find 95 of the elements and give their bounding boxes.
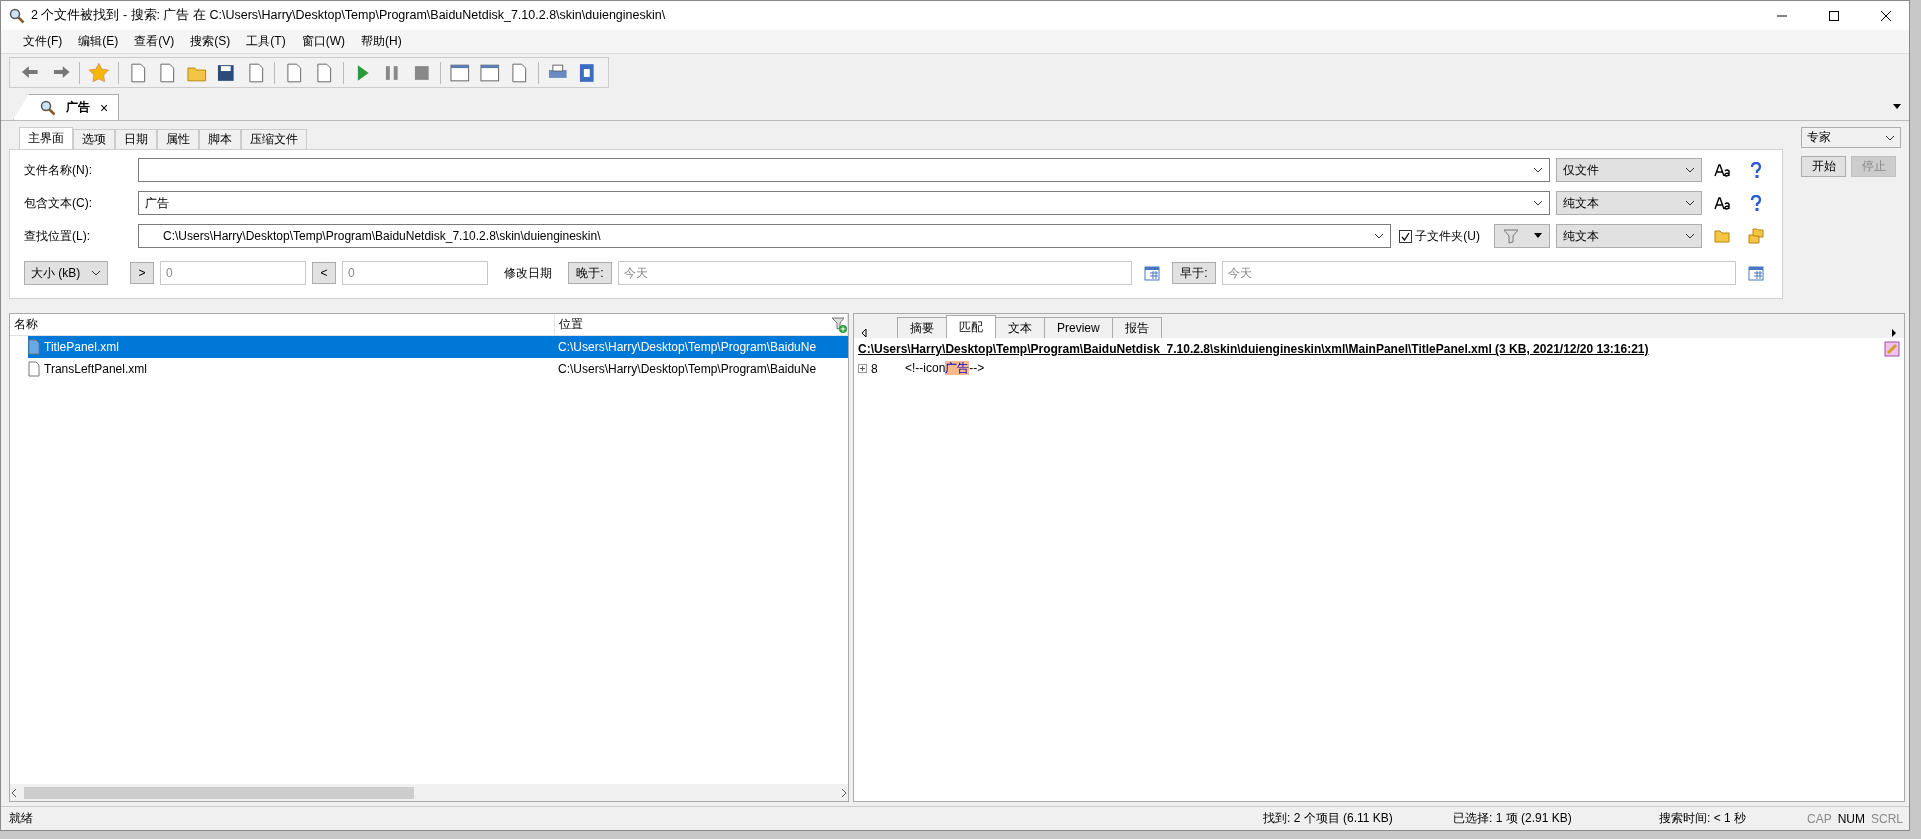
filename-field[interactable]: [138, 158, 1550, 182]
file-icon: [28, 361, 40, 377]
caret-icon: [1685, 233, 1695, 239]
before-date-field[interactable]: 今天: [1222, 261, 1736, 285]
content-field[interactable]: 广告: [138, 191, 1550, 215]
preview-tab[interactable]: 报告: [1111, 317, 1162, 338]
field-label: 文件名称(N):: [24, 161, 93, 179]
check-icon: [1401, 231, 1411, 241]
size-min-field[interactable]: 0: [160, 261, 306, 285]
filter-button[interactable]: [1494, 224, 1550, 248]
type-dropdown[interactable]: 仅文件: [1556, 158, 1702, 182]
font-case-icon: [1714, 163, 1730, 177]
help-icon[interactable]: [1750, 195, 1762, 211]
star-icon[interactable]: [88, 61, 110, 84]
caret-icon: [1374, 233, 1385, 239]
horizontal-scrollbar[interactable]: [10, 784, 848, 801]
status-text: 就绪: [9, 810, 34, 827]
size-dropdown[interactable]: 大小 (kB): [24, 261, 108, 285]
mode-dropdown[interactable]: 专家: [1801, 127, 1901, 148]
file-name: TransLeftPanel.xml: [44, 362, 147, 376]
date-label: 修改日期: [503, 264, 553, 282]
caret-icon: [1533, 233, 1542, 239]
field-label: 查找位置(L):: [24, 227, 91, 245]
less-than-button[interactable]: <: [312, 262, 336, 284]
key-indicator: CAP: [1806, 811, 1833, 826]
menu-item[interactable]: 帮助(H): [353, 33, 410, 50]
key-indicator: SCRL: [1870, 811, 1905, 826]
line-number: 8: [871, 361, 879, 376]
caret-icon: [1685, 167, 1695, 173]
column-header[interactable]: 名称: [10, 314, 555, 335]
window-title: 2 个文件被找到 - 搜索: 广告 在 C:\Users\Harry\Desktop\Temp\Program\BaiduNetdisk_7.10.2.8\skin\duiengineskin\: [31, 7, 667, 24]
calendar-icon[interactable]: [1144, 265, 1160, 281]
search-tab[interactable]: 压缩文件: [241, 129, 307, 149]
menu-item[interactable]: 编辑(E): [70, 33, 127, 50]
matched-line: <!--icon广告-->: [905, 360, 985, 377]
search-icon: [9, 7, 25, 24]
folder-icon[interactable]: [1714, 229, 1730, 243]
before-button[interactable]: 早于:: [1172, 262, 1216, 284]
help-icon[interactable]: [1750, 162, 1762, 178]
scroll-left-icon[interactable]: [860, 328, 868, 338]
key-indicator: NUM: [1836, 811, 1866, 826]
preview-tab[interactable]: 匹配: [946, 315, 996, 338]
result-row[interactable]: TransLeftPanel.xml C:\Users\Harry\Desktop\Temp\Program\BaiduNe: [28, 358, 848, 380]
menu-item[interactable]: 工具(T): [238, 33, 294, 50]
checkbox-label: 子文件夹(U): [1415, 227, 1480, 245]
expand-icon[interactable]: [858, 364, 867, 373]
close-tab-icon[interactable]: ×: [100, 99, 109, 116]
subfolders-checkbox[interactable]: [1399, 229, 1413, 243]
search-tab[interactable]: 日期: [115, 129, 157, 149]
file-name: TitlePanel.xml: [44, 340, 119, 354]
filter-icon: [1502, 228, 1519, 244]
action-button[interactable]: 开始: [1801, 156, 1846, 177]
found-count: 找到: 2 个项目 (6.11 KB): [1263, 810, 1394, 827]
caret-icon: [1533, 200, 1543, 206]
calendar-icon[interactable]: [1748, 265, 1764, 281]
caret-icon[interactable]: [1893, 104, 1901, 110]
file-location: C:\Users\Harry\Desktop\Temp\Program\BaiduNe: [557, 340, 818, 354]
result-row[interactable]: TitlePanel.xml C:\Users\Harry\Desktop\Temp\Program\BaiduNe: [28, 336, 848, 358]
caret-icon: [91, 270, 101, 276]
scroll-right-icon: [840, 788, 848, 797]
field-label: 包含文本(C):: [24, 194, 93, 212]
file-path-link[interactable]: C:\Users\Harry\Desktop\Temp\Program\BaiduNetdisk_7.10.2.8\skin\duiengineskin\xml\MainPanel\TitlePanel.xml (3 KB, 2021/12/20 13:16:21): [858, 342, 1649, 356]
search-tab[interactable]: 属性: [157, 129, 199, 149]
file-location: C:\Users\Harry\Desktop\Temp\Program\BaiduNe: [557, 362, 818, 376]
caret-icon: [1533, 167, 1543, 173]
menu-item[interactable]: 查看(V): [126, 33, 183, 50]
font-case-icon: [1714, 196, 1730, 210]
after-date-field[interactable]: 今天: [618, 261, 1132, 285]
search-icon: [40, 99, 56, 116]
selected-count: 已选择: 1 项 (2.91 KB): [1453, 810, 1573, 827]
search-tab[interactable]: 选项: [73, 129, 115, 149]
scroll-left-icon: [10, 788, 18, 797]
close-icon: [1881, 10, 1891, 21]
column-header[interactable]: 位置: [555, 314, 848, 335]
search-tab[interactable]: 脚本: [199, 129, 241, 149]
menu-item[interactable]: 搜索(S): [182, 33, 239, 50]
menu-item[interactable]: 窗口(W): [293, 33, 353, 50]
after-button[interactable]: 晚于:: [568, 262, 612, 284]
size-max-field[interactable]: 0: [342, 261, 488, 285]
file-icon: [28, 339, 40, 355]
type-dropdown[interactable]: 纯文本: [1556, 191, 1702, 215]
maximize-icon: [1829, 10, 1839, 21]
folders-icon[interactable]: [1748, 228, 1764, 244]
caret-icon: [1885, 134, 1895, 141]
tab-label: 广告: [66, 99, 90, 116]
greater-than-button[interactable]: >: [130, 262, 154, 284]
caret-icon: [1685, 200, 1695, 206]
scroll-right-icon[interactable]: [1890, 328, 1898, 338]
search-time: 搜索时间: < 1 秒: [1659, 810, 1748, 827]
location-field[interactable]: C:\Users\Harry\Desktop\Temp\Program\BaiduNetdisk_7.10.2.8\skin\duiengineskin\: [138, 224, 1392, 248]
preview-tab[interactable]: 摘要: [897, 317, 947, 338]
document-tab[interactable]: 广告 ×: [13, 94, 120, 120]
menu-item[interactable]: 文件(F): [15, 33, 71, 50]
search-tab[interactable]: 主界面: [19, 127, 73, 149]
type-dropdown[interactable]: 纯文本: [1556, 224, 1702, 248]
